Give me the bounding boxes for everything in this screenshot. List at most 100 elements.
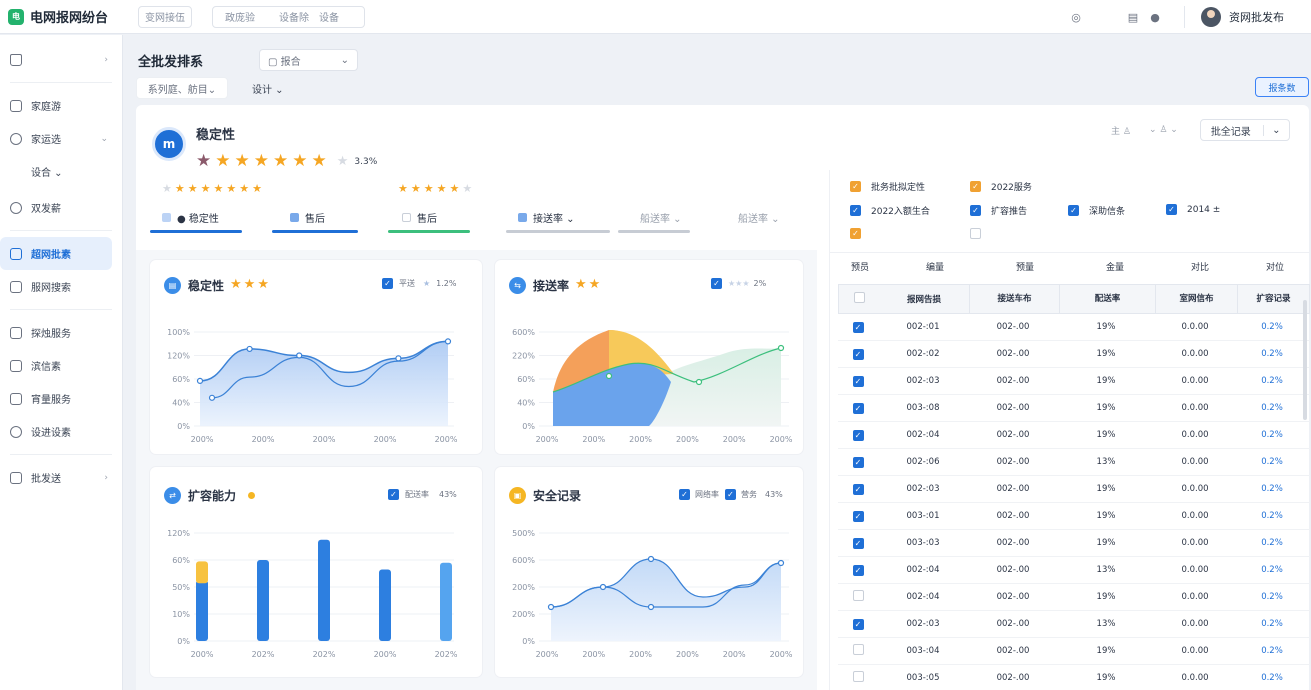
star-icon: ★ bbox=[398, 182, 408, 195]
table-row[interactable]: ✓ 002-:03 002-.00 19% 0.0.00 0.2% bbox=[838, 368, 1310, 395]
tab-ship-rate-2[interactable]: 船送率 ⌄ bbox=[716, 201, 806, 233]
row-checkbox[interactable]: ✓ bbox=[852, 537, 864, 549]
sidebar-item-volume[interactable]: 宵量服务 bbox=[0, 382, 122, 415]
report-count-button[interactable]: 报条数 bbox=[1255, 77, 1309, 97]
filter-checkbox[interactable]: ✓ bbox=[970, 181, 981, 192]
filter-2022-entry[interactable]: ✓ 2022入额生合 bbox=[850, 204, 930, 217]
top-search-item-1[interactable]: 政庞验 bbox=[225, 9, 255, 24]
column-header[interactable]: 接送车布 bbox=[969, 284, 1059, 314]
filter-user-select[interactable]: ⌄ ♙ ⌄ bbox=[1149, 125, 1178, 135]
row-checkbox[interactable] bbox=[852, 644, 864, 655]
filter-extra-off[interactable] bbox=[970, 228, 991, 239]
filter-checkbox[interactable] bbox=[970, 228, 981, 239]
table-row[interactable]: ✓ 002-:04 002-.00 19% 0.0.00 0.2% bbox=[838, 422, 1310, 449]
legend-checkbox[interactable]: ✓ bbox=[388, 489, 399, 500]
filter-stability[interactable]: ✓ 批务批拟定性 bbox=[850, 180, 925, 193]
table-row[interactable]: ✓ 003-:03 002-.00 19% 0.0.00 0.2% bbox=[838, 530, 1310, 557]
row-checkbox[interactable] bbox=[852, 671, 864, 682]
filter-extra-orange[interactable]: ✓ bbox=[850, 228, 871, 239]
row-checkbox[interactable]: ✓ bbox=[852, 618, 864, 630]
top-search-item-3[interactable]: 设备 bbox=[319, 9, 339, 24]
table-row[interactable]: ✓ 003-:01 002-.00 19% 0.0.00 0.2% bbox=[838, 503, 1310, 530]
tab-stability[interactable]: ● 稳定性 bbox=[150, 201, 272, 233]
filter-deep-help[interactable]: ✓ 深助信条 bbox=[1068, 204, 1125, 217]
filter-checkbox[interactable]: ✓ bbox=[850, 181, 861, 192]
column-header[interactable]: 扩容记录 bbox=[1237, 284, 1309, 314]
column-header[interactable]: 配送率 bbox=[1059, 284, 1155, 314]
area-fill bbox=[551, 559, 781, 641]
legend-checkbox[interactable]: ✓ bbox=[711, 278, 722, 289]
sidebar-item-setup[interactable]: 设进设素 bbox=[0, 415, 122, 448]
filter-expansion[interactable]: ✓ 扩容推告 bbox=[970, 204, 1027, 217]
row-checkbox[interactable]: ✓ bbox=[852, 456, 864, 468]
sidebar-subitem-settings[interactable]: 设合 ⌄ bbox=[0, 155, 122, 188]
tab-aftersale[interactable]: 售后 bbox=[272, 201, 388, 233]
sidebar-item-home[interactable]: › bbox=[0, 43, 122, 76]
table-row[interactable]: 003-:05 002-.00 19% 0.0.00 0.2% bbox=[838, 665, 1310, 690]
user-circle-icon[interactable]: ◎ bbox=[1069, 10, 1083, 24]
legend-checkbox[interactable]: ✓ bbox=[725, 489, 736, 500]
table-cell: 19% bbox=[1096, 349, 1116, 359]
star-icon: ★ bbox=[436, 182, 447, 195]
row-checkbox[interactable]: ✓ bbox=[852, 348, 864, 360]
table-row[interactable]: ✓ 002-:04 002-.00 13% 0.0.00 0.2% bbox=[838, 557, 1310, 584]
select-all-checkbox[interactable] bbox=[853, 292, 865, 303]
avatar[interactable] bbox=[1201, 7, 1221, 27]
page-title-select[interactable]: ▢ 报合 ⌄ bbox=[259, 49, 358, 71]
table-row[interactable]: ✓ 002-:03 002-.00 19% 0.0.00 0.2% bbox=[838, 476, 1310, 503]
x-tick-label: 200% bbox=[723, 435, 746, 444]
top-filter-box[interactable]: 变网接伍 bbox=[138, 5, 192, 28]
filter-checkbox[interactable]: ✓ bbox=[850, 228, 861, 239]
filter-2014[interactable]: ✓ 2014 ± bbox=[1166, 204, 1220, 215]
top-right-tools: ◎ ▤ ● 资网批发布 bbox=[1069, 0, 1311, 34]
filter-user-control[interactable]: 主 ♙ bbox=[1111, 124, 1131, 137]
row-checkbox[interactable]: ✓ bbox=[852, 483, 864, 495]
legend-checkbox[interactable]: ✓ bbox=[679, 489, 690, 500]
row-checkbox[interactable]: ✓ bbox=[852, 375, 864, 387]
table-row[interactable]: ✓ 002-:02 002-.00 19% 0.0.00 0.2% bbox=[838, 341, 1310, 368]
filter-checkbox[interactable]: ✓ bbox=[850, 205, 861, 216]
column-header[interactable]: 报网告损 bbox=[879, 293, 969, 305]
table-scrollbar[interactable] bbox=[1303, 300, 1307, 420]
top-search-item-2[interactable]: 设备除 bbox=[279, 9, 309, 24]
chart-rating: ★ ★ ★ bbox=[230, 278, 269, 291]
row-checkbox[interactable]: ✓ bbox=[852, 429, 864, 441]
column-header[interactable]: 室网信布 bbox=[1155, 284, 1237, 314]
sidebar-item-dispatch[interactable]: 批发送 › bbox=[0, 461, 122, 494]
tab-ship-rate[interactable]: 船送率 ⌄ bbox=[618, 201, 716, 233]
sidebar-item-family-select[interactable]: 家运选 ⌄ bbox=[0, 122, 122, 155]
sidebar-item-explore[interactable]: 探烛服务 bbox=[0, 316, 122, 349]
table-row[interactable]: 002-:04 002-.00 19% 0.0.00 0.2% bbox=[838, 584, 1310, 611]
filter-checkbox[interactable]: ✓ bbox=[970, 205, 981, 216]
table-row[interactable]: ✓ 003-:08 002-.00 19% 0.0.00 0.2% bbox=[838, 395, 1310, 422]
sidebar-item-info[interactable]: 滨信素 bbox=[0, 349, 122, 382]
sidebar-item-super[interactable]: 超网批素 bbox=[0, 237, 112, 270]
tab-delivery-rate[interactable]: 接送率 ⌄ bbox=[506, 201, 618, 233]
table-row[interactable]: 003-:04 002-.00 19% 0.0.00 0.2% bbox=[838, 638, 1310, 665]
filter-2022-service[interactable]: ✓ 2022服务 bbox=[970, 180, 1032, 193]
table-row[interactable]: ✓ 002-:01 002-.00 19% 0.0.00 0.2% bbox=[838, 314, 1310, 341]
calendar-icon[interactable]: ▤ bbox=[1126, 10, 1140, 24]
data-point bbox=[296, 352, 303, 359]
top-search-box[interactable]: 政庞验 设备除 设备 bbox=[212, 5, 365, 28]
sidebar-item-search[interactable]: 服网搜索 bbox=[0, 270, 122, 303]
subtab-series[interactable]: 系列庭、舫目⌄ bbox=[136, 77, 228, 99]
row-checkbox[interactable]: ✓ bbox=[852, 321, 864, 333]
subtab-design[interactable]: 设计 ⌄ bbox=[252, 81, 284, 96]
filter-checkbox[interactable]: ✓ bbox=[1166, 204, 1177, 215]
row-checkbox[interactable] bbox=[852, 590, 864, 601]
profile-icon[interactable]: ● bbox=[1148, 10, 1162, 24]
row-checkbox[interactable]: ✓ bbox=[852, 510, 864, 522]
row-checkbox[interactable]: ✓ bbox=[852, 564, 864, 576]
table-row[interactable]: ✓ 002-:03 002-.00 13% 0.0.00 0.2% bbox=[838, 611, 1310, 638]
table-cell: 19% bbox=[1096, 376, 1116, 386]
sidebar-item-double[interactable]: 双发薪 bbox=[0, 191, 122, 224]
tab-aftersale-2[interactable]: 售后 bbox=[388, 201, 506, 233]
row-checkbox[interactable]: ✓ bbox=[852, 402, 864, 414]
legend-checkbox[interactable]: ✓ bbox=[382, 278, 393, 289]
user-name[interactable]: 资网批发布 bbox=[1229, 9, 1284, 25]
filter-checkbox[interactable]: ✓ bbox=[1068, 205, 1079, 216]
sidebar-item-family[interactable]: 家庭游 bbox=[0, 89, 122, 122]
all-records-select[interactable]: 批全记录 ⌄ bbox=[1199, 119, 1290, 141]
table-row[interactable]: ✓ 002-:06 002-.00 13% 0.0.00 0.2% bbox=[838, 449, 1310, 476]
